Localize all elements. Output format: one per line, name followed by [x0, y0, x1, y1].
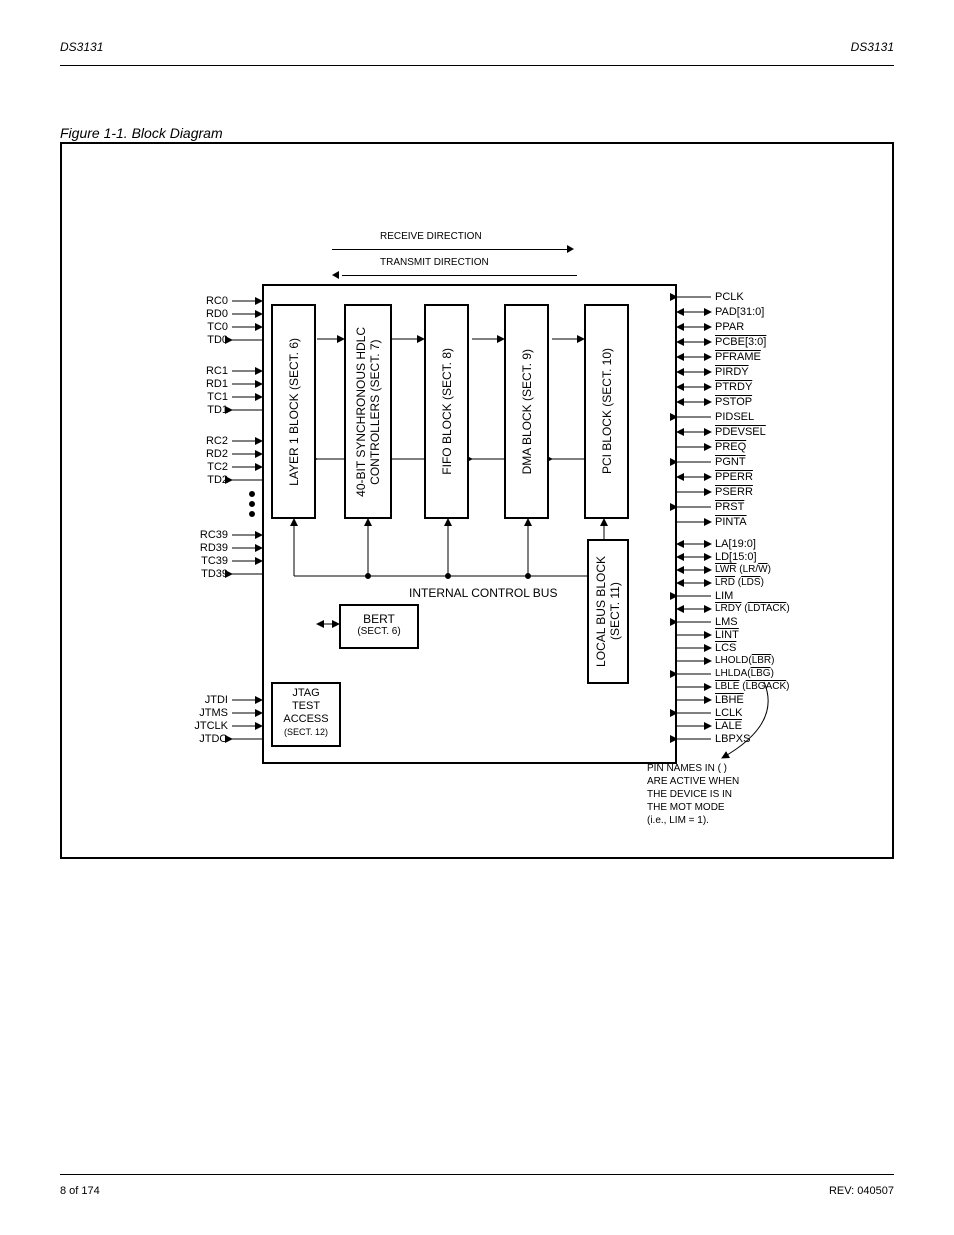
- pin-pcbe: PCBE[3:0]: [715, 336, 766, 348]
- pin-td39: TD39: [187, 568, 228, 580]
- pin-rc39: RC39: [187, 529, 228, 541]
- hdlc-block: 40-BIT SYNCHRONOUS HDLCCONTROLLERS (SECT…: [344, 304, 392, 519]
- pin-lrdy: LRDY (LDTACK): [715, 603, 790, 614]
- pin-preq: PREQ: [715, 441, 746, 453]
- pin-pclk: PCLK: [715, 291, 744, 303]
- pin-prst: PRST: [715, 501, 744, 513]
- pin-jtclk: JTCLK: [182, 720, 228, 732]
- pin-ppar: PPAR: [715, 321, 744, 333]
- pin-td0: TD0: [192, 334, 228, 346]
- pin-lint: LINT: [715, 629, 739, 641]
- localbus-block: LOCAL BUS BLOCK(SECT. 11): [587, 539, 629, 684]
- pin-rc0: RC0: [192, 295, 228, 307]
- pin-rd0: RD0: [192, 308, 228, 320]
- pin-tc1: TC1: [192, 391, 228, 403]
- pin-rd39: RD39: [187, 542, 228, 554]
- pin-pframe: PFRAME: [715, 351, 761, 363]
- pin-pad: PAD[31:0]: [715, 306, 764, 318]
- pin-ld: LD[15:0]: [715, 551, 757, 563]
- pin-names-note: PIN NAMES IN ( ) ARE ACTIVE WHEN THE DEV…: [647, 762, 739, 827]
- pin-tc0: TC0: [192, 321, 228, 333]
- bert-block: BERT (SECT. 6): [339, 604, 419, 649]
- pin-lhold: LHOLD(LBR): [715, 655, 774, 666]
- pin-rd1: RD1: [192, 378, 228, 390]
- header-left: DS3131: [60, 40, 103, 54]
- pci-block: PCI BLOCK (SECT. 10): [584, 304, 629, 519]
- jtag-block: JTAG TEST ACCESS (SECT. 12): [271, 682, 341, 747]
- pin-rc1: RC1: [192, 365, 228, 377]
- pin-td2: TD2: [192, 474, 228, 486]
- pin-tc39: TC39: [187, 555, 228, 567]
- header-bar: [60, 65, 894, 66]
- pin-lale: LALE: [715, 720, 742, 732]
- control-bus-label: INTERNAL CONTROL BUS: [409, 586, 557, 600]
- pin-lbhe: LBHE: [715, 694, 744, 706]
- pin-pgnt: PGNT: [715, 456, 746, 468]
- pin-la: LA[19:0]: [715, 538, 756, 550]
- pin-jtdo: JTDO: [182, 733, 228, 745]
- pin-td1: TD1: [192, 404, 228, 416]
- pin-pirdy: PIRDY: [715, 366, 749, 378]
- diagram-outer: RECEIVE DIRECTION TRANSMIT DIRECTION: [60, 142, 894, 859]
- pin-pinta: PINTA: [715, 516, 747, 528]
- pin-lclk: LCLK: [715, 707, 743, 719]
- pin-lbpxs: LBPXS: [715, 733, 750, 745]
- footer-right: REV: 040507: [829, 1185, 894, 1197]
- dma-block: DMA BLOCK (SECT. 9): [504, 304, 549, 519]
- footer-bar: [60, 1174, 894, 1175]
- pin-ptrdy: PTRDY: [715, 381, 752, 393]
- pin-pperr: PPERR: [715, 471, 753, 483]
- pin-lble: LBLE (LBGACK): [715, 681, 790, 692]
- layer1-block: LAYER 1 BLOCK (SECT. 6): [271, 304, 316, 519]
- pin-rd2: RD2: [192, 448, 228, 460]
- footer-left: 8 of 174: [60, 1185, 100, 1197]
- pin-lrd: LRD (LDS): [715, 577, 764, 588]
- pin-rc2: RC2: [192, 435, 228, 447]
- pin-lcs: LCS: [715, 642, 736, 654]
- pin-jtdi: JTDI: [182, 694, 228, 706]
- fifo-block: FIFO BLOCK (SECT. 8): [424, 304, 469, 519]
- pin-lms: LMS: [715, 616, 738, 628]
- pin-pidsel: PIDSEL: [715, 411, 754, 423]
- header-right: DS3131: [851, 40, 894, 54]
- pin-pserr: PSERR: [715, 486, 753, 498]
- pin-lwr: LWR (LR/W): [715, 564, 771, 575]
- pin-lhlda: LHLDA(LBG): [715, 668, 774, 679]
- figure-title: Figure 1-1. Block Diagram: [60, 125, 223, 141]
- pin-pdevsel: PDEVSEL: [715, 426, 766, 438]
- pin-lim: LIM: [715, 590, 733, 602]
- pin-pstop: PSTOP: [715, 396, 752, 408]
- pin-tc2: TC2: [192, 461, 228, 473]
- pin-jtms: JTMS: [182, 707, 228, 719]
